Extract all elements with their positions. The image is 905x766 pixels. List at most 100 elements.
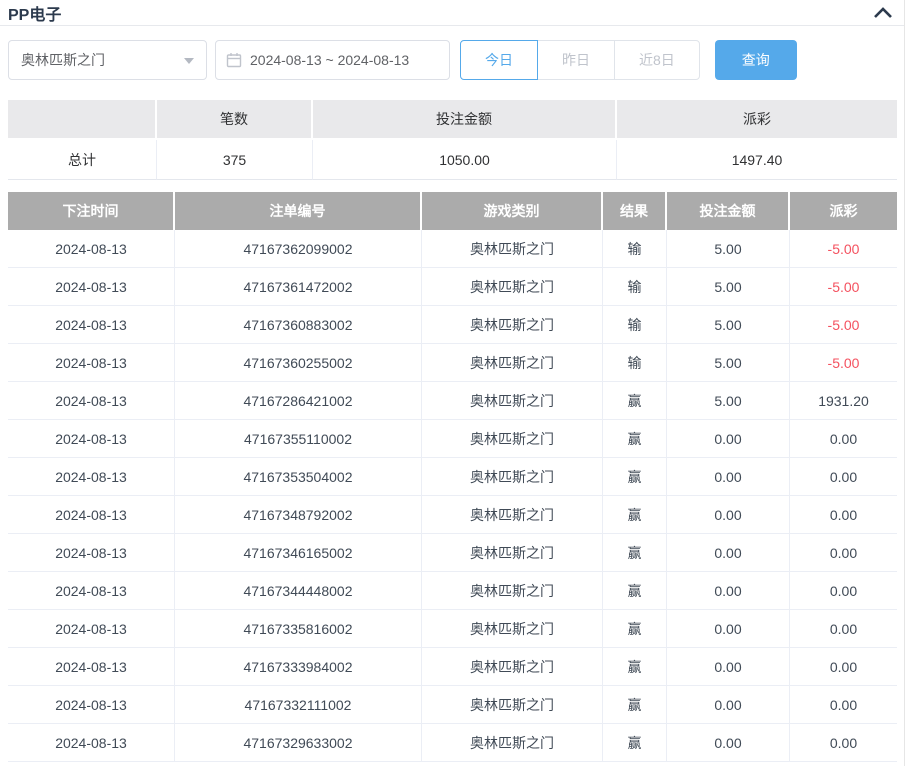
game-type-cell: 奥林匹斯之门 (422, 686, 603, 724)
game-type-cell: 奥林匹斯之门 (422, 344, 603, 382)
game-type-cell: 奥林匹斯之门 (422, 496, 603, 534)
order-no-cell: 47167353504002 (175, 458, 422, 496)
payout-cell: -5.00 (790, 344, 897, 382)
game-type-cell: 奥林匹斯之门 (422, 610, 603, 648)
summary-total-count: 375 (157, 140, 313, 180)
bet-amount-cell: 5.00 (667, 344, 790, 382)
collapse-chevron-up-icon[interactable] (872, 4, 894, 22)
table-row: 2024-08-1347167355110002奥林匹斯之门赢0.000.00 (8, 420, 897, 458)
payout-cell: -5.00 (790, 306, 897, 344)
bet-time-cell: 2024-08-13 (8, 534, 175, 572)
last-8-days-button[interactable]: 近8日 (614, 40, 700, 80)
payout-cell: 0.00 (790, 572, 897, 610)
result-cell: 赢 (603, 572, 667, 610)
summary-total-bet-amount: 1050.00 (313, 140, 617, 180)
game-select[interactable]: 奥林匹斯之门 (8, 40, 207, 80)
result-cell: 赢 (603, 420, 667, 458)
bet-time-cell: 2024-08-13 (8, 610, 175, 648)
game-type-cell: 奥林匹斯之门 (422, 420, 603, 458)
payout-cell: 0.00 (790, 496, 897, 534)
bet-time-cell: 2024-08-13 (8, 230, 175, 268)
bet-amount-cell: 0.00 (667, 724, 790, 762)
payout-cell: 0.00 (790, 648, 897, 686)
bet-time-cell: 2024-08-13 (8, 344, 175, 382)
bet-amount-cell: 5.00 (667, 230, 790, 268)
bet-time-cell: 2024-08-13 (8, 724, 175, 762)
summary-total-row: 总计 375 1050.00 1497.40 (8, 140, 897, 180)
bet-time-cell: 2024-08-13 (8, 306, 175, 344)
result-cell: 赢 (603, 724, 667, 762)
order-no-cell: 47167360883002 (175, 306, 422, 344)
table-row: 2024-08-1347167360883002奥林匹斯之门输5.00-5.00 (8, 306, 897, 344)
query-button[interactable]: 查询 (715, 40, 797, 80)
payout-cell: 0.00 (790, 610, 897, 648)
panel-title: PP电子 (8, 1, 61, 25)
bet-amount-cell: 0.00 (667, 686, 790, 724)
table-row: 2024-08-1347167362099002奥林匹斯之门输5.00-5.00 (8, 230, 897, 268)
result-cell: 赢 (603, 610, 667, 648)
order-no-cell: 47167348792002 (175, 496, 422, 534)
caret-down-icon (184, 58, 194, 64)
order-no-cell: 47167362099002 (175, 230, 422, 268)
order-no-cell: 47167286421002 (175, 382, 422, 420)
bet-table-body: 2024-08-1347167362099002奥林匹斯之门输5.00-5.00… (8, 230, 897, 762)
result-cell: 赢 (603, 382, 667, 420)
result-cell: 输 (603, 268, 667, 306)
result-cell: 赢 (603, 458, 667, 496)
table-row: 2024-08-1347167332111002奥林匹斯之门赢0.000.00 (8, 686, 897, 724)
filter-row: 奥林匹斯之门 2024-08-13 ~ 2024-08-13 今日 昨日 近8日… (8, 40, 896, 80)
game-type-cell: 奥林匹斯之门 (422, 230, 603, 268)
date-range-input[interactable]: 2024-08-13 ~ 2024-08-13 (215, 40, 450, 80)
payout-cell: 0.00 (790, 724, 897, 762)
bet-amount-cell: 0.00 (667, 420, 790, 458)
table-row: 2024-08-1347167344448002奥林匹斯之门赢0.000.00 (8, 572, 897, 610)
pp-electronics-panel: PP电子 奥林匹斯之门 2024-08-13 ~ 2024-08-13 (0, 0, 905, 766)
col-result: 结果 (603, 192, 667, 230)
game-type-cell: 奥林匹斯之门 (422, 458, 603, 496)
bet-amount-cell: 0.00 (667, 496, 790, 534)
order-no-cell: 47167346165002 (175, 534, 422, 572)
payout-cell: 0.00 (790, 420, 897, 458)
summary-col-empty (8, 100, 157, 140)
result-cell: 赢 (603, 534, 667, 572)
bet-amount-cell: 0.00 (667, 648, 790, 686)
game-type-cell: 奥林匹斯之门 (422, 306, 603, 344)
today-button[interactable]: 今日 (460, 40, 538, 80)
yesterday-button[interactable]: 昨日 (537, 40, 615, 80)
payout-cell: -5.00 (790, 268, 897, 306)
quick-range-group: 今日 昨日 近8日 (460, 40, 700, 80)
bet-time-cell: 2024-08-13 (8, 686, 175, 724)
panel-header: PP电子 (0, 0, 904, 26)
order-no-cell: 47167355110002 (175, 420, 422, 458)
bet-table: 下注时间 注单编号 游戏类别 结果 投注金额 派彩 2024-08-134716… (8, 192, 897, 762)
result-cell: 赢 (603, 496, 667, 534)
order-no-cell: 47167360255002 (175, 344, 422, 382)
col-payout: 派彩 (790, 192, 897, 230)
summary-col-count: 笔数 (157, 100, 313, 140)
order-no-cell: 47167344448002 (175, 572, 422, 610)
bet-amount-cell: 5.00 (667, 268, 790, 306)
result-cell: 赢 (603, 686, 667, 724)
order-no-cell: 47167335816002 (175, 610, 422, 648)
game-type-cell: 奥林匹斯之门 (422, 382, 603, 420)
bet-time-cell: 2024-08-13 (8, 458, 175, 496)
bet-time-cell: 2024-08-13 (8, 382, 175, 420)
bet-amount-cell: 5.00 (667, 306, 790, 344)
order-no-cell: 47167333984002 (175, 648, 422, 686)
bet-amount-cell: 0.00 (667, 610, 790, 648)
result-cell: 输 (603, 230, 667, 268)
bet-amount-cell: 5.00 (667, 382, 790, 420)
summary-header-row: 笔数 投注金额 派彩 (8, 100, 897, 140)
table-row: 2024-08-1347167329633002奥林匹斯之门赢0.000.00 (8, 724, 897, 762)
summary-total-payout: 1497.40 (617, 140, 897, 180)
game-type-cell: 奥林匹斯之门 (422, 268, 603, 306)
bet-time-cell: 2024-08-13 (8, 496, 175, 534)
result-cell: 赢 (603, 648, 667, 686)
bet-time-cell: 2024-08-13 (8, 268, 175, 306)
col-bet-amount: 投注金额 (667, 192, 790, 230)
game-type-cell: 奥林匹斯之门 (422, 724, 603, 762)
col-order-no: 注单编号 (175, 192, 422, 230)
bet-time-cell: 2024-08-13 (8, 420, 175, 458)
order-no-cell: 47167332111002 (175, 686, 422, 724)
bet-time-cell: 2024-08-13 (8, 648, 175, 686)
